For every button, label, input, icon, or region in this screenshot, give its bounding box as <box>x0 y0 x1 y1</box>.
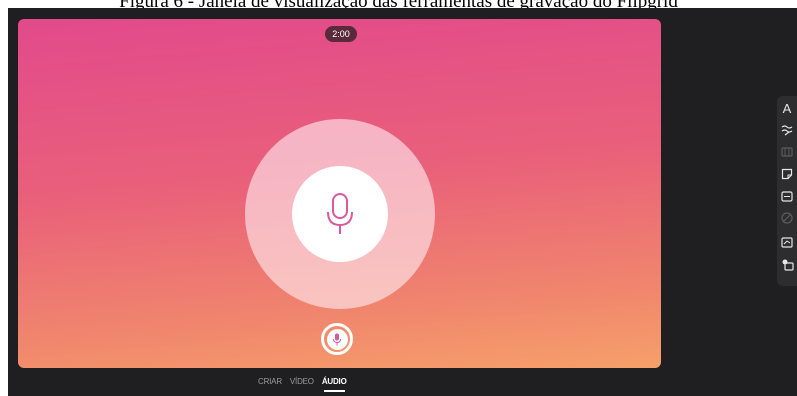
text-icon[interactable]: A <box>779 100 795 116</box>
mic-circle <box>292 166 388 262</box>
gif-icon[interactable] <box>779 188 795 204</box>
photo-icon[interactable] <box>779 256 795 272</box>
brush-icon[interactable] <box>779 210 795 226</box>
record-button-inner <box>326 328 348 350</box>
small-microphone-icon <box>333 333 341 345</box>
recording-canvas: 2:00 <box>18 19 661 368</box>
film-icon[interactable] <box>779 144 795 160</box>
mode-video[interactable]: VÍDEO <box>290 377 314 386</box>
microphone-icon <box>327 193 353 234</box>
mode-switcher: CRIAR VÍDEO ÁUDIO <box>258 377 347 392</box>
board-icon[interactable] <box>779 234 795 250</box>
recorder-window: 2:00 CRIAR VÍDEO ÁUDIO A <box>8 8 797 396</box>
sticker-icon[interactable] <box>779 166 795 182</box>
timer-badge: 2:00 <box>325 26 357 42</box>
mode-criar[interactable]: CRIAR <box>258 377 282 386</box>
record-button[interactable] <box>321 323 353 355</box>
tools-sidebar: A <box>777 96 797 286</box>
pen-icon[interactable] <box>779 122 795 138</box>
mode-audio[interactable]: ÁUDIO <box>322 377 347 392</box>
